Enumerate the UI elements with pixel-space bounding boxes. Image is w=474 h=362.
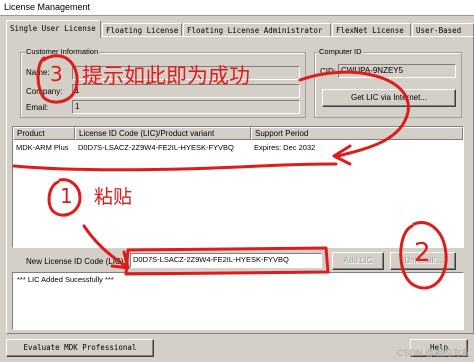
window-title: License Management (4, 2, 91, 12)
tab-flexnet-license[interactable]: FlexNet License (332, 23, 411, 37)
cid-label: CID: (320, 67, 336, 76)
add-lic-button[interactable]: Add LIC (332, 252, 384, 270)
step3-success-text: 提示如此即为成功 (82, 64, 250, 88)
cell-support-period: Expires: Dec 2032 (254, 143, 316, 152)
step1-number: 1 (60, 184, 73, 208)
cid-field: CWUPA-9NZEY5 (338, 64, 456, 78)
computer-id-group (314, 52, 462, 118)
step2-number: 2 (414, 238, 431, 268)
cell-product: MDK-ARM Plus (16, 143, 69, 152)
tab-user-based[interactable]: User-Based (412, 23, 474, 37)
tab-single-user-license[interactable]: Single User License (6, 20, 101, 38)
column-header-product[interactable]: Product (13, 127, 75, 140)
column-header-lic[interactable]: License ID Code (LIC)/Product variant (75, 127, 251, 140)
evaluate-mdk-professional-button[interactable]: Evaluate MDK Professional (6, 339, 154, 357)
name-label: Name: (26, 68, 50, 77)
step3-number: 3 (50, 62, 63, 86)
tab-floating-license[interactable]: Floating License (102, 23, 182, 37)
cell-lic: D0D7S-LSACZ-2Z9W4-FE2IL-HYESK-FYVBQ (78, 143, 234, 152)
product-license-table: Product License ID Code (LIC)/Product va… (12, 126, 464, 248)
new-lic-label: New License ID Code (LIC): (26, 257, 126, 266)
title-bar: License Management (0, 0, 474, 16)
customer-info-title: Customer Information (25, 47, 100, 56)
watermark: CSDN @相的为友 (396, 348, 470, 358)
email-label: Email: (26, 103, 49, 112)
tab-strip: Single User License Floating License Flo… (6, 20, 474, 38)
step1-paste-text: 粘贴 (94, 186, 133, 208)
new-lic-input[interactable]: D0D7S-LSACZ-2Z9W4-FE2IL-HYESK-FYVBQ (130, 253, 322, 268)
tab-floating-license-administrator[interactable]: Floating License Administrator (183, 23, 331, 37)
company-label: Company: (26, 87, 63, 96)
computer-id-title: Computer ID (318, 47, 363, 56)
status-output: *** LIC Added Sucessfully *** (12, 272, 464, 330)
email-field[interactable]: 1 (72, 100, 300, 114)
column-header-support-period[interactable]: Support Period (251, 127, 463, 140)
get-lic-via-internet-button[interactable]: Get LIC via Internet... (322, 89, 456, 107)
